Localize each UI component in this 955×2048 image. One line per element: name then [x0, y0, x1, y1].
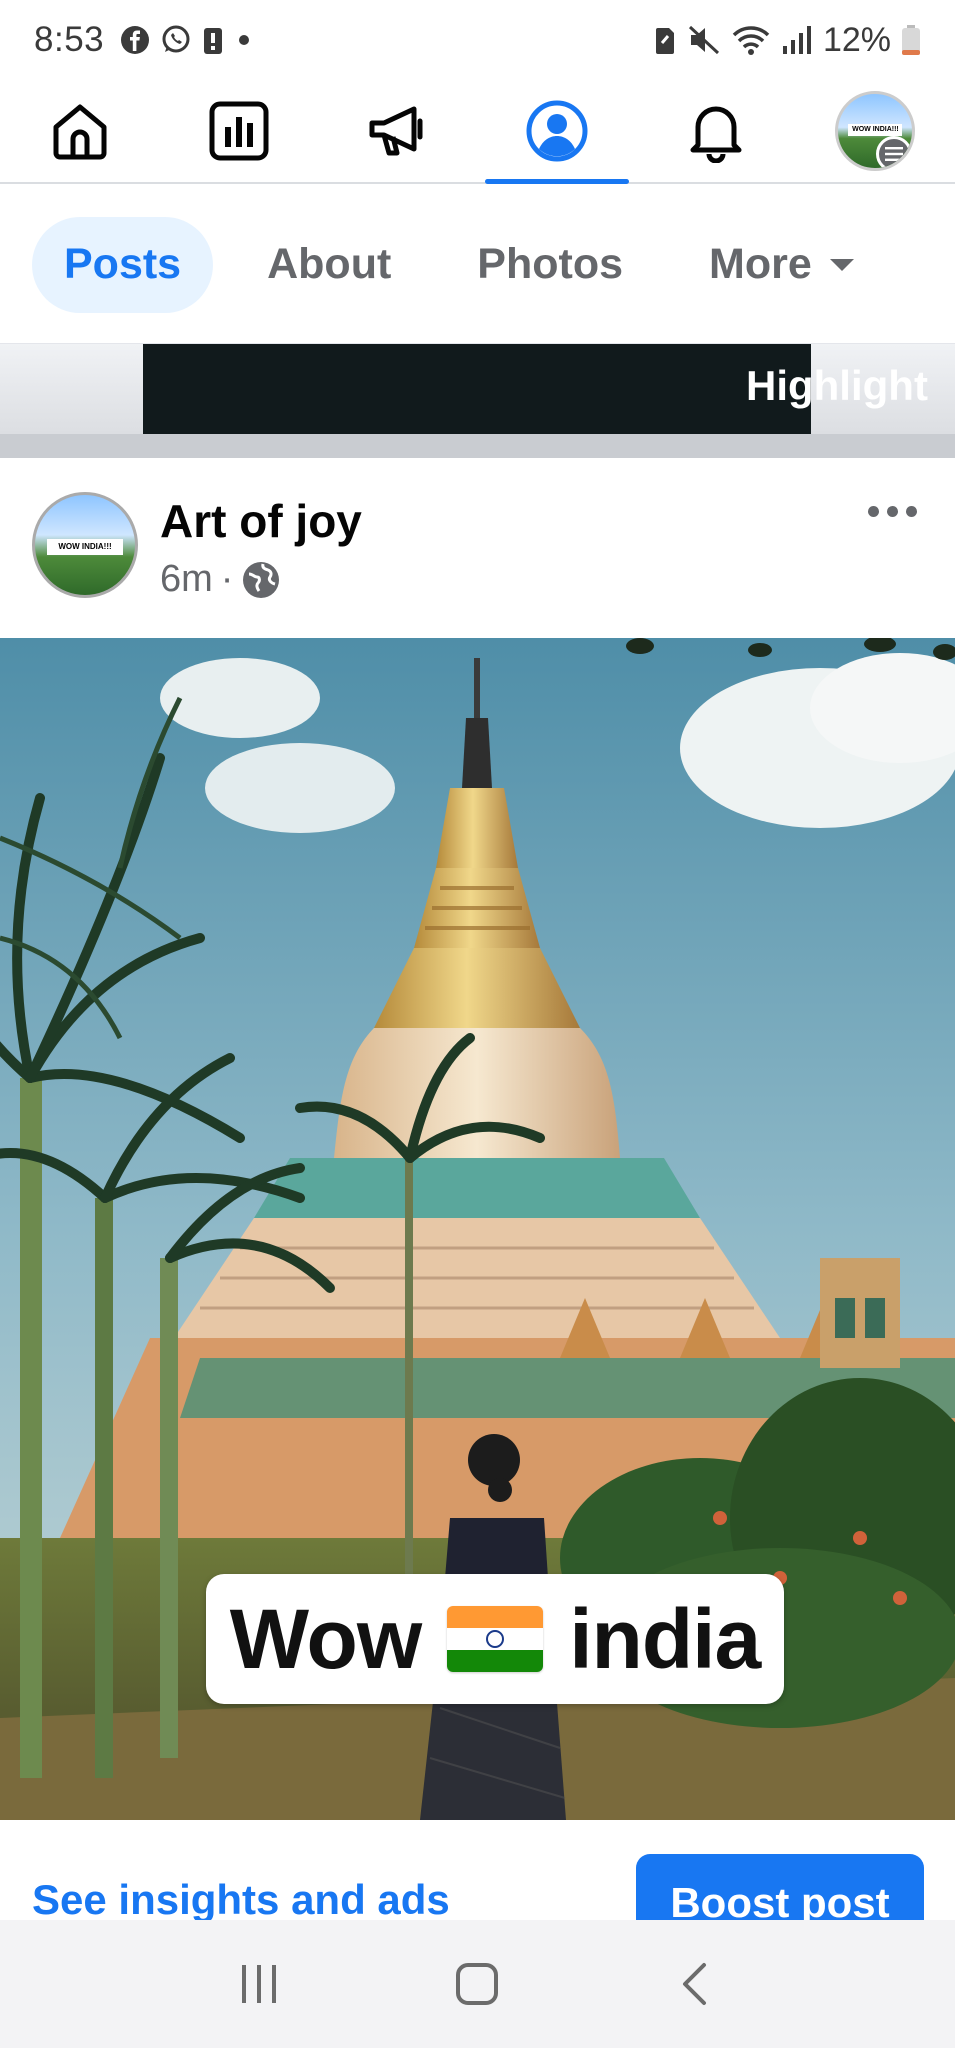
back-chevron-icon: [682, 1963, 706, 2005]
home-button[interactable]: [432, 1939, 522, 2029]
caption-overlay: Wow india: [206, 1574, 784, 1704]
status-bar: 8:53 12%: [0, 0, 955, 80]
avatar-text: WOW INDIA!!!: [848, 124, 903, 136]
caret-down-icon: [829, 258, 854, 271]
nav-menu[interactable]: WOW INDIA!!!: [796, 80, 955, 182]
recent-apps-icon: [242, 1965, 277, 2003]
android-nav-bar: [0, 1920, 955, 2048]
signal-icon: [781, 24, 813, 56]
back-button[interactable]: [651, 1939, 741, 2029]
facebook-icon: [120, 25, 150, 55]
megaphone-icon: [369, 106, 423, 156]
post-avatar[interactable]: WOW INDIA!!!: [32, 492, 138, 598]
status-right: 12%: [653, 21, 921, 60]
sd-icon: [653, 25, 677, 55]
recent-apps-button[interactable]: [214, 1939, 304, 2029]
india-flag-icon: [447, 1606, 544, 1672]
more-icon: [867, 505, 879, 517]
globe-icon: [243, 561, 280, 598]
nav-dashboard[interactable]: [159, 80, 318, 182]
more-options-button[interactable]: [857, 486, 927, 536]
post-meta: 6m ·: [160, 558, 281, 601]
whatsapp-icon: [160, 24, 192, 56]
highlight-label: Highlight: [746, 362, 928, 409]
battery-icon: [901, 24, 921, 56]
tab-more-label: More: [709, 240, 812, 288]
dot-icon: [234, 30, 254, 50]
caption-left: Wow: [229, 1591, 422, 1686]
tab-about[interactable]: About: [235, 217, 423, 313]
notifications-icon: [690, 106, 742, 163]
nav-ads[interactable]: [318, 80, 477, 182]
battery-percent: 12%: [822, 20, 891, 59]
battery-saver-icon: [202, 25, 224, 55]
tab-posts[interactable]: Posts: [32, 216, 214, 313]
mute-icon: [687, 24, 721, 56]
dashboard-icon: [209, 101, 269, 161]
home-icon: [53, 104, 107, 160]
highlight-strip[interactable]: Highlight: [0, 344, 955, 434]
avatar: WOW INDIA!!!: [835, 91, 916, 171]
nav-notifications[interactable]: [637, 80, 796, 182]
meta-separator: ·: [220, 558, 234, 600]
status-time: 8:53: [34, 20, 105, 59]
post-time: 6m: [160, 558, 213, 600]
see-insights-link[interactable]: See insights and ads: [32, 1876, 450, 1924]
caption-right: india: [569, 1591, 761, 1686]
post-actions: See insights and ads Boost post: [0, 1820, 955, 1944]
post-author[interactable]: Art of joy: [160, 494, 362, 548]
top-nav: WOW INDIA!!!: [0, 80, 955, 184]
status-left: 8:53: [34, 20, 254, 60]
menu-icon: [876, 136, 913, 168]
tab-more[interactable]: More: [677, 217, 886, 313]
post-image[interactable]: Wow india: [0, 638, 955, 1820]
home-square-icon: [456, 1963, 499, 2005]
profile-icon: [526, 100, 588, 162]
post-avatar-text: WOW INDIA!!!: [47, 539, 123, 555]
tab-photos[interactable]: Photos: [445, 217, 655, 313]
post-header: WOW INDIA!!! Art of joy 6m ·: [0, 458, 955, 638]
highlight-card: [143, 344, 811, 434]
wifi-icon: [731, 24, 771, 56]
section-divider: [0, 434, 955, 458]
nav-profile[interactable]: [478, 80, 637, 182]
nav-home[interactable]: [0, 80, 159, 182]
profile-tabs: Posts About Photos More: [0, 186, 955, 344]
